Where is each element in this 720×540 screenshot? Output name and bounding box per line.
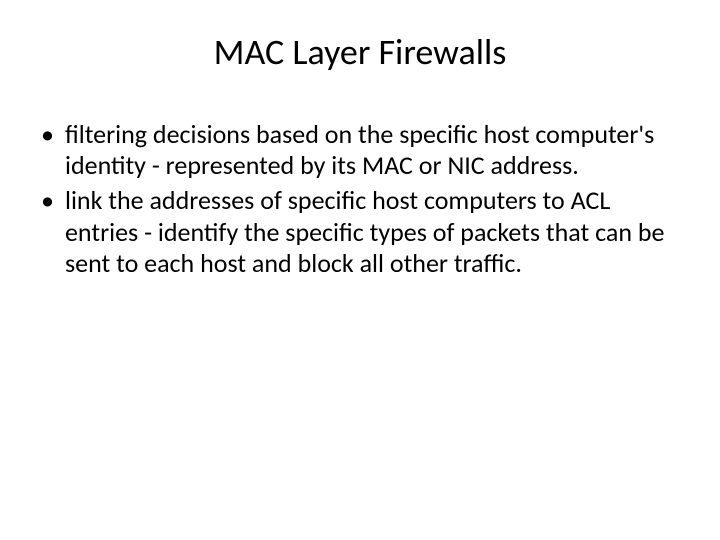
bullet-list: filtering decisions based on the specifi… <box>35 119 685 279</box>
list-item: link the addresses of specific host comp… <box>35 185 685 279</box>
list-item: filtering decisions based on the specifi… <box>35 119 685 181</box>
slide-title: MAC Layer Firewalls <box>35 30 685 74</box>
